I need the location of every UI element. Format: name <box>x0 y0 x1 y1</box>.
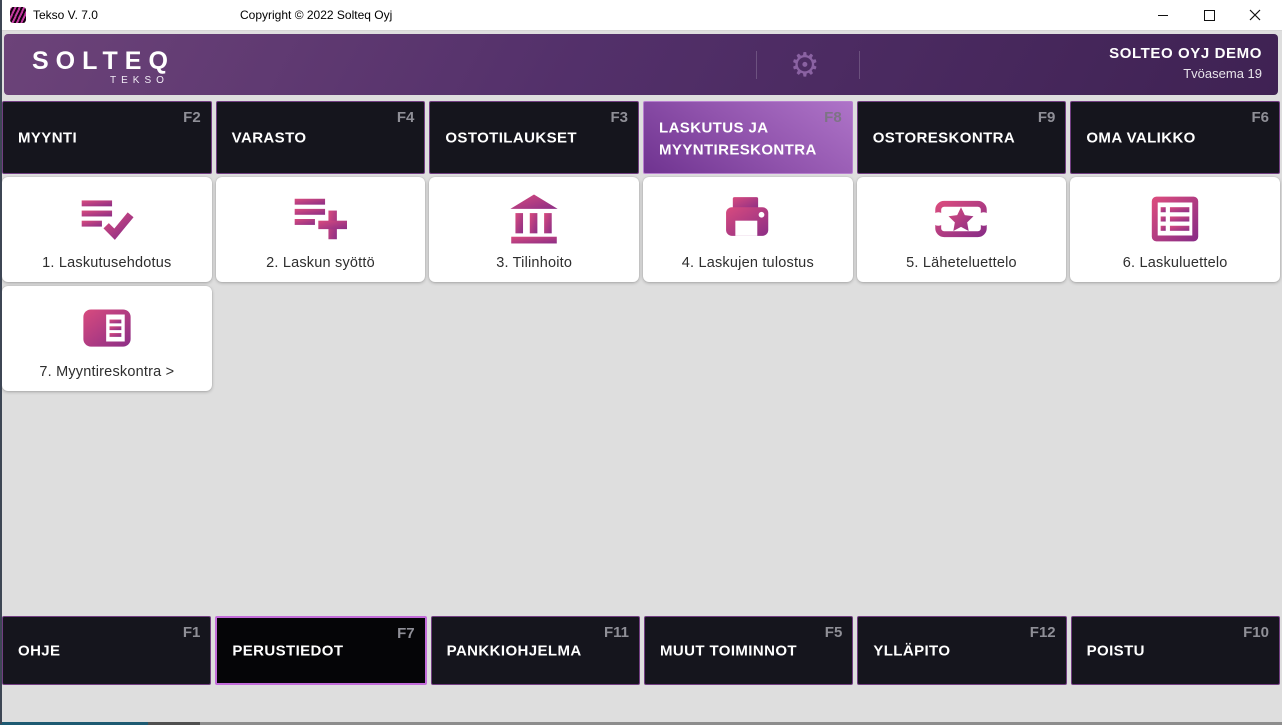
tab-oma-valikko[interactable]: F6 OMA VALIKKO <box>1070 101 1280 174</box>
tab-label: MUUT TOIMINNOT <box>660 640 808 663</box>
fkey-badge: F2 <box>183 109 201 126</box>
tab-pankkiohjelma[interactable]: F11 PANKKIOHJELMA <box>431 616 640 685</box>
tab-label: MYYNTI <box>18 127 167 149</box>
workstation-label: Tvöasema 19 <box>1109 66 1262 81</box>
printer-icon <box>721 191 775 247</box>
close-button[interactable] <box>1232 0 1278 30</box>
maximize-icon <box>1204 10 1215 21</box>
fkey-badge: F11 <box>604 624 629 641</box>
tab-myynti[interactable]: F2 MYYNTI <box>2 101 212 174</box>
logo-secondary-text: TEKSO <box>32 75 175 86</box>
fkey-badge: F7 <box>397 625 415 642</box>
menu-item-label: 2. Laskun syöttö <box>266 255 375 271</box>
list-plus-icon <box>293 191 347 247</box>
app-logo-icon <box>10 7 26 23</box>
menu-item-label: 5. Läheteluettelo <box>906 255 1017 271</box>
menu-item-laskujen-tulostus[interactable]: 4. Laskujen tulostus <box>643 177 853 282</box>
tab-perustiedot[interactable]: F7 PERUSTIEDOT <box>215 616 426 685</box>
tab-label: VARASTO <box>232 127 381 149</box>
minimize-button[interactable] <box>1140 0 1186 30</box>
tab-label: OMA VALIKKO <box>1086 127 1235 149</box>
header-divider <box>859 51 860 79</box>
menu-item-label: 7. Myyntireskontra > <box>39 364 174 380</box>
tab-ostoreskontra[interactable]: F9 OSTORESKONTRA <box>857 101 1067 174</box>
header-divider <box>756 51 757 79</box>
session-info: SOLTEO OYJ DEMO Tvöasema 19 <box>1109 45 1262 81</box>
tab-ostotilaukset[interactable]: F3 OSTOTILAUKSET <box>429 101 639 174</box>
bottom-tab-row: F1 OHJE F7 PERUSTIEDOT F11 PANKKIOHJELMA… <box>0 616 1282 685</box>
menu-item-laskuluettelo[interactable]: 6. Laskuluettelo <box>1070 177 1280 282</box>
window-title-bar: Tekso V. 7.0 Copyright © 2022 Solteq Oyj <box>0 0 1282 30</box>
tab-label: OSTORESKONTRA <box>873 127 1022 149</box>
fkey-badge: F6 <box>1252 109 1270 126</box>
window-title: Tekso V. 7.0 <box>33 8 98 22</box>
minimize-icon <box>1158 15 1168 16</box>
tab-label: PANKKIOHJELMA <box>447 640 595 663</box>
tab-poistu[interactable]: F10 POISTU <box>1071 616 1280 685</box>
fkey-badge: F5 <box>825 624 843 641</box>
fkey-badge: F9 <box>1038 109 1056 126</box>
tab-muut-toiminnot[interactable]: F5 MUUT TOIMINNOT <box>644 616 853 685</box>
tab-varasto[interactable]: F4 VARASTO <box>216 101 426 174</box>
menu-item-tilinhoito[interactable]: 3. Tilinhoito <box>429 177 639 282</box>
tab-label: PERUSTIEDOT <box>232 640 380 663</box>
copyright-text: Copyright © 2022 Solteq Oyj <box>240 8 392 22</box>
menu-item-label: 6. Laskuluettelo <box>1123 255 1228 271</box>
tab-label: YLLÄPITO <box>873 640 1021 663</box>
menu-item-laheteluettelo[interactable]: 5. Läheteluettelo <box>857 177 1067 282</box>
top-tab-row: F2 MYYNTI F4 VARASTO F3 OSTOTILAUKSET F8… <box>0 101 1282 174</box>
fkey-badge: F8 <box>824 109 842 126</box>
tab-label: LASKUTUS JA MYYNTIRESKONTRA <box>659 117 808 162</box>
menu-item-label: 1. Laskutusehdotus <box>42 255 171 271</box>
close-icon <box>1249 9 1261 21</box>
window-left-border <box>0 0 2 724</box>
tab-label: OSTOTILAUKSET <box>445 127 594 149</box>
fkey-badge: F1 <box>183 624 201 641</box>
menu-item-label: 4. Laskujen tulostus <box>682 255 814 271</box>
tab-ohje[interactable]: F1 OHJE <box>2 616 211 685</box>
menu-card-grid: 1. Laskutusehdotus 2. Laskun syöttö <box>0 177 1282 391</box>
maximize-button[interactable] <box>1186 0 1232 30</box>
window-controls <box>1140 0 1278 30</box>
company-name: SOLTEO OYJ DEMO <box>1109 45 1262 62</box>
settings-gear-icon[interactable]: ⚙ <box>790 47 820 80</box>
menu-item-myyntireskontra[interactable]: 7. Myyntireskontra > <box>2 286 212 391</box>
bank-icon <box>507 191 561 247</box>
app-header: SOLTEQ TEKSO ⚙ SOLTEO OYJ DEMO Tvöasema … <box>4 34 1278 95</box>
tab-laskutus-ja-myyntireskontra[interactable]: F8 LASKUTUS JA MYYNTIRESKONTRA <box>643 101 853 174</box>
tab-label: OHJE <box>18 640 166 663</box>
tab-yllapito[interactable]: F12 YLLÄPITO <box>857 616 1066 685</box>
fkey-badge: F10 <box>1243 624 1269 641</box>
card-document-icon <box>80 300 134 356</box>
fkey-badge: F3 <box>611 109 629 126</box>
menu-item-laskun-syotto[interactable]: 2. Laskun syöttö <box>216 177 426 282</box>
client-area: SOLTEQ TEKSO ⚙ SOLTEO OYJ DEMO Tvöasema … <box>0 30 1282 725</box>
tab-label: POISTU <box>1087 640 1235 663</box>
list-check-icon <box>80 191 134 247</box>
fkey-badge: F4 <box>397 109 415 126</box>
menu-item-laskutusehdotus[interactable]: 1. Laskutusehdotus <box>2 177 212 282</box>
ticket-star-icon <box>934 191 988 247</box>
logo-primary-text: SOLTEQ <box>32 47 175 76</box>
menu-item-label: 3. Tilinhoito <box>496 255 572 271</box>
fkey-badge: F12 <box>1030 624 1056 641</box>
solteq-logo: SOLTEQ TEKSO <box>32 47 175 86</box>
list-table-icon <box>1148 191 1202 247</box>
